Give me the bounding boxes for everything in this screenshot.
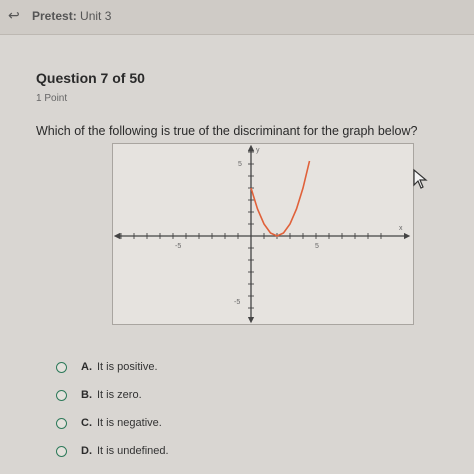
- pretest-title: Pretest: Unit 3: [32, 9, 111, 23]
- radio-c[interactable]: [56, 417, 67, 429]
- parabola-graph: x y 5 -5 -5 5: [113, 144, 411, 324]
- pretest-label: Pretest:: [32, 9, 77, 23]
- graph-box: x y 5 -5 -5 5: [112, 143, 414, 325]
- question-title: Question 7 of 50: [36, 70, 145, 86]
- choice-d[interactable]: D. It is undefined.: [56, 440, 256, 462]
- choice-d-letter: D.: [81, 445, 92, 457]
- top-bar: ↩ Pretest: Unit 3: [0, 0, 474, 35]
- y-tick-label-5: 5: [238, 161, 242, 168]
- unit-label: Unit 3: [80, 9, 112, 23]
- y-axis-label: y: [256, 147, 260, 154]
- x-axis-label: x: [399, 225, 403, 232]
- y-tick-label-neg5: -5: [234, 299, 240, 306]
- choice-c-text: It is negative.: [97, 417, 162, 429]
- choice-c[interactable]: C. It is negative.: [56, 412, 256, 434]
- x-tick-label-5: 5: [315, 243, 319, 250]
- mouse-cursor-icon: [413, 168, 428, 189]
- choice-b[interactable]: B. It is zero.: [56, 384, 256, 406]
- choice-c-letter: C.: [81, 417, 92, 429]
- choice-d-text: It is undefined.: [97, 445, 169, 457]
- radio-b[interactable]: [56, 389, 67, 401]
- choice-a-letter: A.: [81, 361, 92, 373]
- back-arrow-icon[interactable]: ↩: [8, 8, 20, 24]
- choice-a-text: It is positive.: [97, 361, 158, 373]
- choice-b-letter: B.: [81, 389, 92, 401]
- parabola-curve: [250, 160, 311, 237]
- radio-d[interactable]: [56, 445, 67, 457]
- question-points: 1 Point: [36, 93, 68, 104]
- x-tick-label-neg5: -5: [175, 243, 181, 250]
- choice-b-text: It is zero.: [97, 389, 142, 401]
- radio-a[interactable]: [56, 361, 67, 373]
- question-text: Which of the following is true of the di…: [36, 124, 418, 138]
- choice-a[interactable]: A. It is positive.: [56, 356, 256, 378]
